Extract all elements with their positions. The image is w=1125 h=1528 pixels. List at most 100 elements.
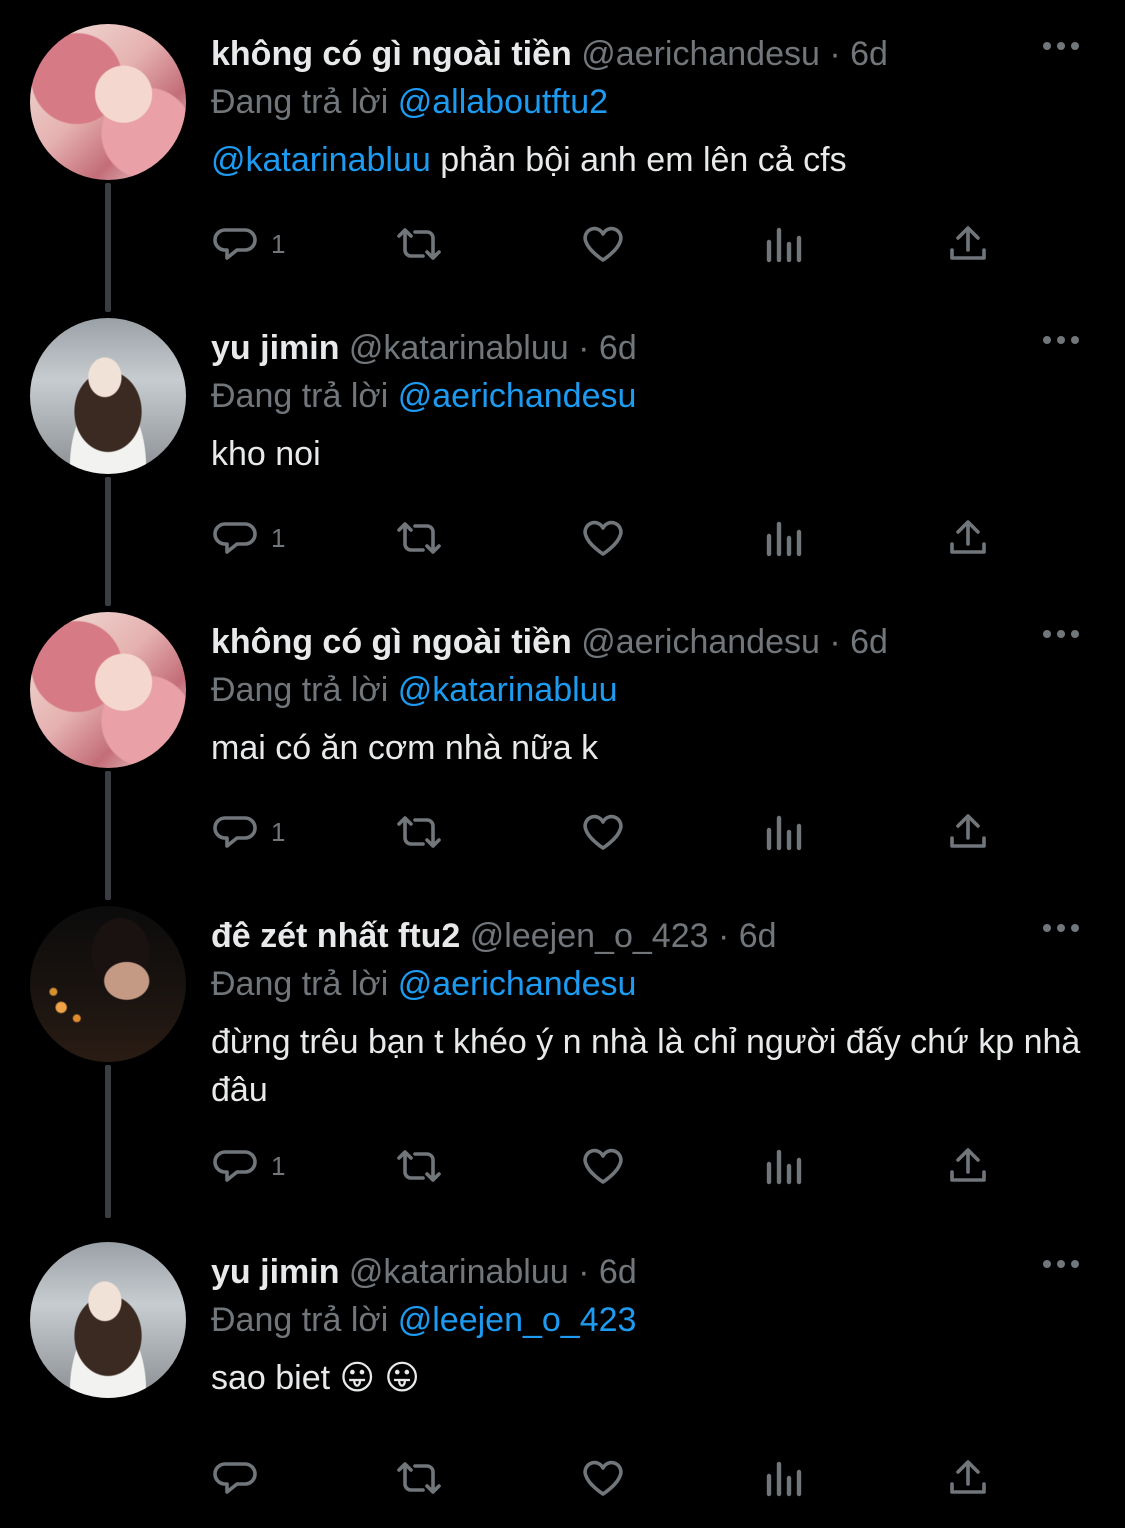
reply-icon	[211, 1454, 259, 1502]
view-stats-button[interactable]	[763, 807, 807, 857]
retweet-button[interactable]	[391, 1453, 447, 1503]
retweet-icon	[391, 1142, 447, 1190]
reply-button[interactable]: 1	[211, 219, 285, 269]
tweet[interactable]: yu jimin @katarinabluu · 6d Đang trả lời…	[0, 1218, 1125, 1528]
like-icon	[579, 808, 627, 856]
avatar[interactable]	[30, 318, 186, 474]
timestamp[interactable]: · 6d	[829, 623, 888, 661]
timestamp[interactable]: · 6d	[718, 917, 777, 955]
replying-to-label: Đang trả lời	[211, 965, 389, 1003]
tweet[interactable]: không có gì ngoài tiền @aerichandesu · 6…	[0, 0, 1125, 312]
avatar[interactable]	[30, 612, 186, 768]
display-name[interactable]: đê zét nhất ftu2	[211, 917, 460, 955]
share-button[interactable]	[944, 807, 992, 857]
share-button[interactable]	[944, 513, 992, 563]
stats-icon	[763, 514, 807, 562]
retweet-button[interactable]	[391, 1141, 447, 1191]
tweet-content: đê zét nhất ftu2 @leejen_o_423 · 6d Đang…	[211, 912, 1091, 1114]
view-stats-button[interactable]	[763, 1141, 807, 1191]
reply-button[interactable]: 1	[211, 807, 285, 857]
avatar[interactable]	[30, 1242, 186, 1398]
tweet-text-body: phản bội anh em lên cả cfs	[430, 141, 847, 179]
share-button[interactable]	[944, 219, 992, 269]
tweet-content: yu jimin @katarinabluu · 6d Đang trả lời…	[211, 324, 1091, 478]
thread-connector-line	[105, 771, 111, 900]
replying-to-label: Đang trả lời	[211, 83, 389, 121]
like-button[interactable]	[579, 219, 627, 269]
tweet-actions: 1	[211, 513, 1011, 563]
replying-to-mention[interactable]: @allaboutftu2	[398, 83, 608, 121]
retweet-button[interactable]	[391, 219, 447, 269]
replying-to-label: Đang trả lời	[211, 671, 389, 709]
view-stats-button[interactable]	[763, 1453, 807, 1503]
reply-button[interactable]: 1	[211, 1141, 285, 1191]
stats-icon	[763, 1454, 807, 1502]
tweet-text: mai có ăn cơm nhà nữa k	[211, 729, 599, 767]
like-button[interactable]	[579, 1141, 627, 1191]
share-button[interactable]	[944, 1453, 992, 1503]
retweet-icon	[391, 220, 447, 268]
share-button[interactable]	[944, 1141, 992, 1191]
stats-icon	[763, 1142, 807, 1190]
timestamp[interactable]: · 6d	[578, 1253, 637, 1291]
replying-to-mention[interactable]: @aerichandesu	[398, 377, 637, 415]
tweet[interactable]: không có gì ngoài tiền @aerichandesu · 6…	[0, 588, 1125, 900]
replying-to-mention[interactable]: @katarinabluu	[398, 671, 618, 709]
reply-icon	[211, 1142, 259, 1190]
retweet-button[interactable]	[391, 513, 447, 563]
tweet-header: yu jimin @katarinabluu · 6d	[211, 1248, 1091, 1296]
like-icon	[579, 1142, 627, 1190]
replying-to-mention[interactable]: @aerichandesu	[398, 965, 637, 1003]
handle[interactable]: @aerichandesu	[581, 623, 820, 661]
display-name[interactable]: yu jimin	[211, 329, 339, 367]
reply-icon	[211, 514, 259, 562]
reply-icon	[211, 220, 259, 268]
share-icon	[944, 1142, 992, 1190]
display-name[interactable]: không có gì ngoài tiền	[211, 35, 572, 73]
like-icon	[579, 1454, 627, 1502]
like-button[interactable]	[579, 807, 627, 857]
like-button[interactable]	[579, 513, 627, 563]
view-stats-button[interactable]	[763, 219, 807, 269]
tweet-text: kho noi	[211, 435, 321, 473]
stats-icon	[763, 220, 807, 268]
tweet[interactable]: yu jimin @katarinabluu · 6d Đang trả lời…	[0, 294, 1125, 606]
replying-to-label: Đang trả lời	[211, 377, 389, 415]
tweet-actions: 1	[211, 219, 1011, 269]
replying-to-line: Đang trả lời @katarinabluu	[211, 666, 1091, 714]
tweet-header: không có gì ngoài tiền @aerichandesu · 6…	[211, 30, 1091, 78]
replying-to-line: Đang trả lời @leejen_o_423	[211, 1296, 1091, 1344]
handle[interactable]: @aerichandesu	[581, 35, 820, 73]
stats-icon	[763, 808, 807, 856]
replying-to-line: Đang trả lời @aerichandesu	[211, 960, 1091, 1008]
thread-connector-line	[105, 1065, 111, 1218]
handle[interactable]: @leejen_o_423	[470, 917, 709, 955]
retweet-icon	[391, 808, 447, 856]
tweet-mention[interactable]: @katarinabluu	[211, 141, 431, 179]
tweet-actions	[211, 1453, 1011, 1503]
handle[interactable]: @katarinabluu	[349, 329, 569, 367]
reply-button[interactable]: 1	[211, 513, 285, 563]
tweet[interactable]: đê zét nhất ftu2 @leejen_o_423 · 6d Đang…	[0, 882, 1125, 1218]
replying-to-mention[interactable]: @leejen_o_423	[398, 1301, 637, 1339]
reply-count: 1	[271, 816, 286, 847]
display-name[interactable]: yu jimin	[211, 1253, 339, 1291]
like-icon	[579, 514, 627, 562]
tweet-header: đê zét nhất ftu2 @leejen_o_423 · 6d	[211, 912, 1091, 960]
tweet-header: yu jimin @katarinabluu · 6d	[211, 324, 1091, 372]
share-icon	[944, 808, 992, 856]
tweet-content: không có gì ngoài tiền @aerichandesu · 6…	[211, 618, 1091, 772]
retweet-button[interactable]	[391, 807, 447, 857]
thread-connector-line	[105, 183, 111, 312]
display-name[interactable]: không có gì ngoài tiền	[211, 623, 572, 661]
reply-button[interactable]	[211, 1453, 271, 1503]
timestamp[interactable]: · 6d	[829, 35, 888, 73]
handle[interactable]: @katarinabluu	[349, 1253, 569, 1291]
timestamp[interactable]: · 6d	[578, 329, 637, 367]
avatar[interactable]	[30, 906, 186, 1062]
avatar[interactable]	[30, 24, 186, 180]
view-stats-button[interactable]	[763, 513, 807, 563]
reply-count: 1	[271, 522, 286, 553]
like-button[interactable]	[579, 1453, 627, 1503]
tweet-actions: 1	[211, 1141, 1011, 1191]
